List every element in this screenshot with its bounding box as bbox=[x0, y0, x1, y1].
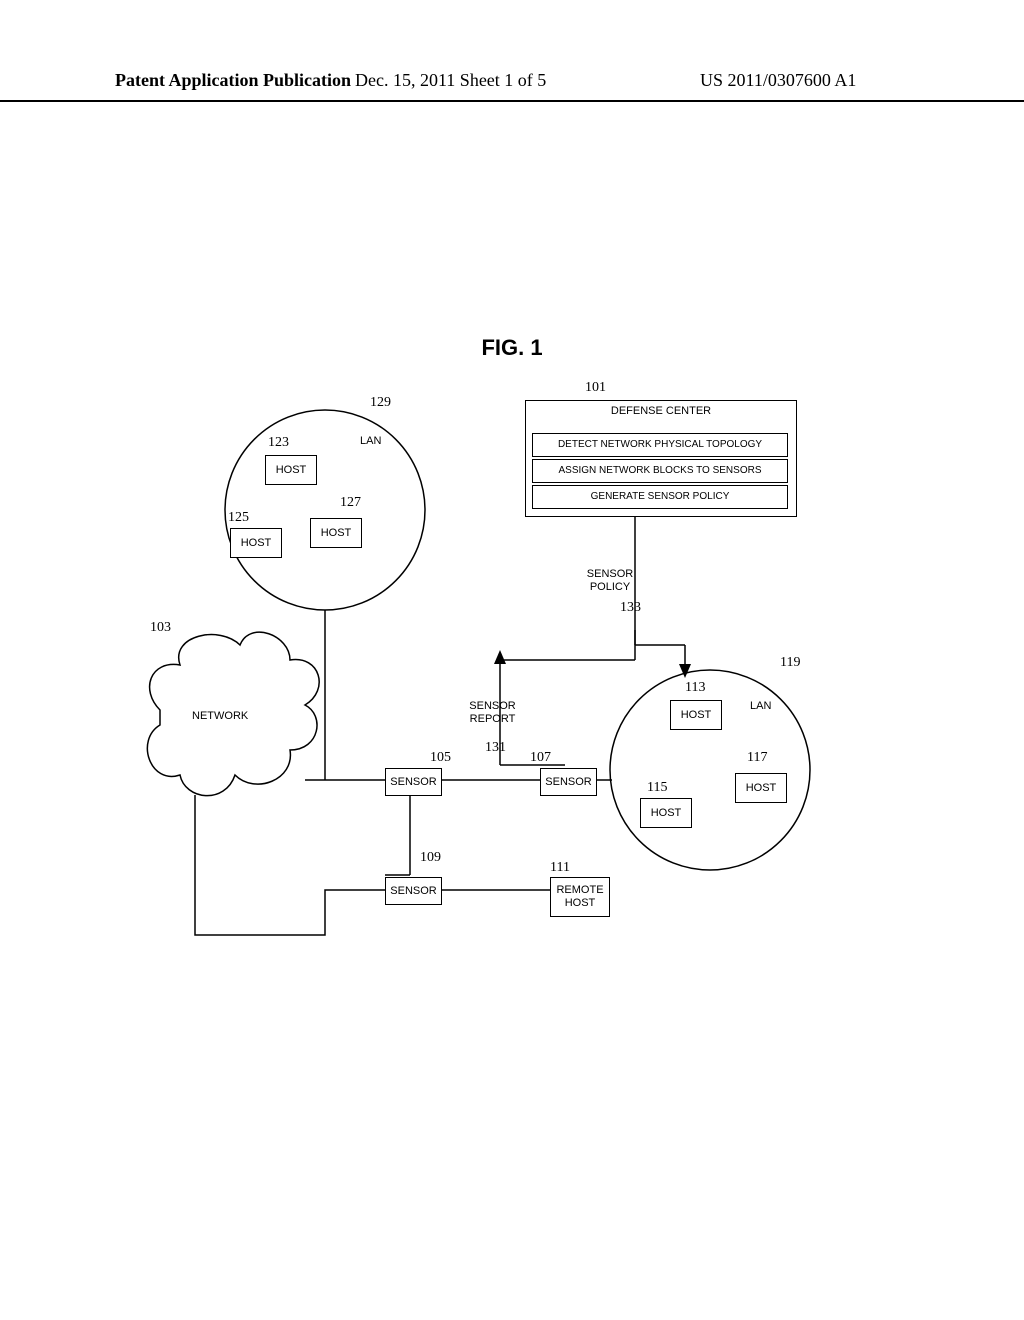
ref-107: 107 bbox=[530, 750, 551, 766]
ref-131: 131 bbox=[485, 740, 506, 756]
ref-115: 115 bbox=[647, 780, 667, 796]
diagram-canvas: 101 103 105 107 109 111 113 115 117 119 … bbox=[130, 380, 900, 980]
ref-129: 129 bbox=[370, 395, 391, 411]
ref-127: 127 bbox=[340, 495, 361, 511]
dc-row-generate: GENERATE SENSOR POLICY bbox=[532, 485, 788, 509]
sensor-box-107: SENSOR bbox=[540, 768, 597, 796]
ref-125: 125 bbox=[228, 510, 249, 526]
lan-label-top: LAN bbox=[360, 435, 381, 448]
arrowhead-sensor-report bbox=[494, 650, 506, 664]
arrowhead-sensor-policy bbox=[679, 664, 691, 678]
dc-row-assign: ASSIGN NETWORK BLOCKS TO SENSORS bbox=[532, 459, 788, 483]
lan-circle-top bbox=[225, 410, 425, 610]
page: Patent Application Publication Dec. 15, … bbox=[0, 0, 1024, 1320]
ref-111: 111 bbox=[550, 860, 570, 876]
network-label: NETWORK bbox=[192, 710, 248, 723]
ref-133: 133 bbox=[620, 600, 641, 616]
host-box-117: HOST bbox=[735, 773, 787, 803]
ref-105: 105 bbox=[430, 750, 451, 766]
defense-center-title: DEFENSE CENTER bbox=[526, 405, 796, 417]
ref-123: 123 bbox=[268, 435, 289, 451]
lan-label-right: LAN bbox=[750, 700, 771, 713]
ref-109: 109 bbox=[420, 850, 441, 866]
sensor-box-105: SENSOR bbox=[385, 768, 442, 796]
host-box-125: HOST bbox=[230, 528, 282, 558]
host-box-113: HOST bbox=[670, 700, 722, 730]
figure-title: FIG. 1 bbox=[0, 335, 1024, 361]
header-left: Patent Application Publication bbox=[115, 70, 351, 91]
ref-113: 113 bbox=[685, 680, 705, 696]
defense-center-box: DEFENSE CENTER DETECT NETWORK PHYSICAL T… bbox=[525, 400, 797, 517]
dc-row-detect: DETECT NETWORK PHYSICAL TOPOLOGY bbox=[532, 433, 788, 457]
sensor-box-109: SENSOR bbox=[385, 877, 442, 905]
ref-101: 101 bbox=[585, 380, 606, 396]
host-box-127: HOST bbox=[310, 518, 362, 548]
line-cloud-sensor109 bbox=[195, 795, 385, 935]
ref-117: 117 bbox=[747, 750, 767, 766]
host-box-115: HOST bbox=[640, 798, 692, 828]
header-center: Dec. 15, 2011 Sheet 1 of 5 bbox=[355, 70, 546, 91]
ref-119: 119 bbox=[780, 655, 800, 671]
ref-103: 103 bbox=[150, 620, 171, 636]
sensor-report-label: SENSOR REPORT bbox=[465, 700, 520, 726]
sensor-policy-label: SENSOR POLICY bbox=[580, 568, 640, 594]
host-box-123: HOST bbox=[265, 455, 317, 485]
page-header: Patent Application Publication Dec. 15, … bbox=[0, 70, 1024, 102]
header-right: US 2011/0307600 A1 bbox=[700, 70, 856, 91]
remote-host-box: REMOTE HOST bbox=[550, 877, 610, 917]
